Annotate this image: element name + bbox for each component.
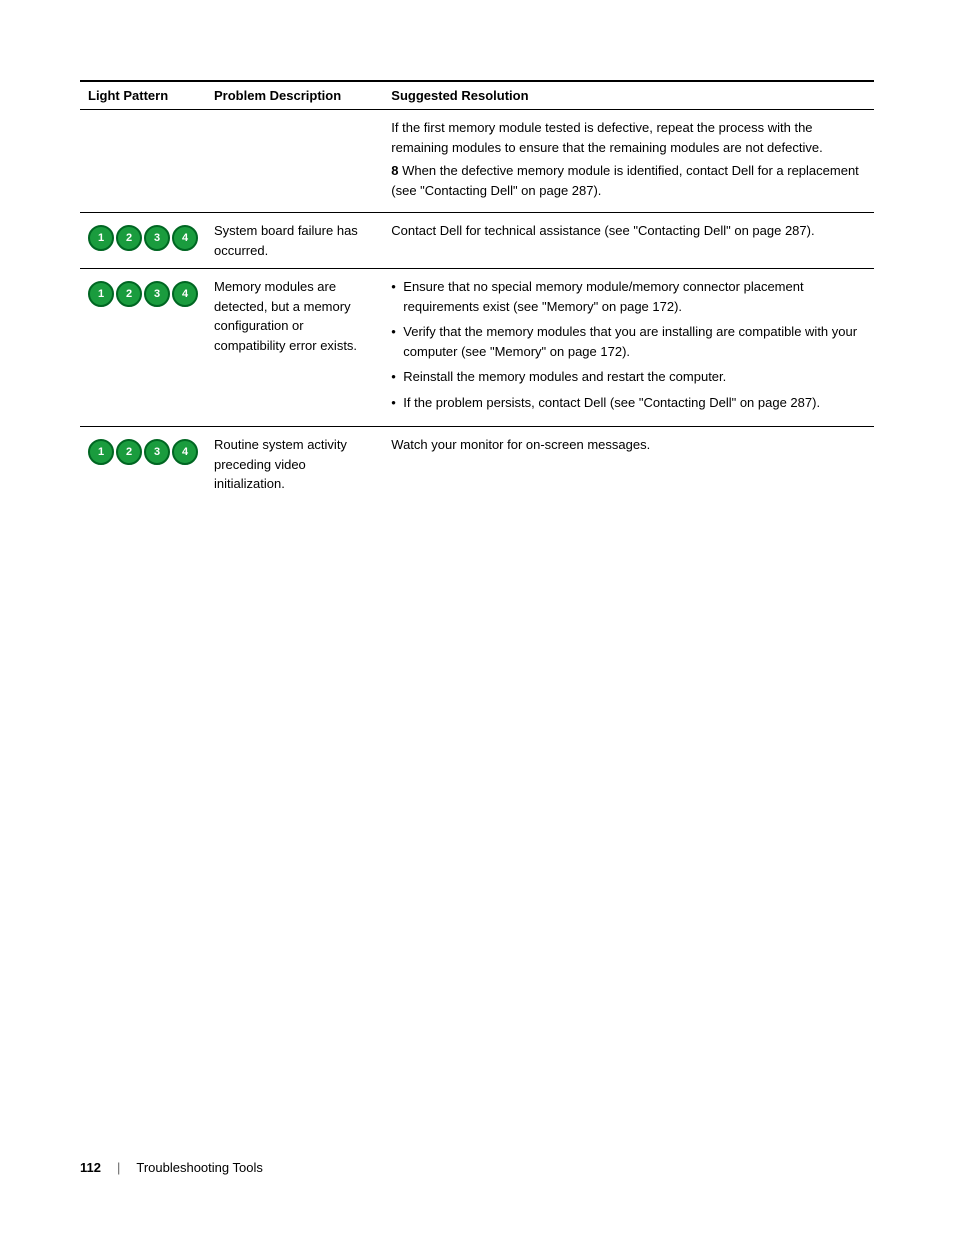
footer-separator: |: [117, 1160, 120, 1175]
step-number: 8: [391, 163, 398, 178]
resolution-text: Watch your monitor for on-screen message…: [391, 435, 866, 455]
page-number: 112: [80, 1160, 101, 1175]
diagnostic-table: Light Pattern Problem Description Sugges…: [80, 80, 874, 502]
page-container: Light Pattern Problem Description Sugges…: [0, 0, 954, 1235]
circle-3: 3: [144, 439, 170, 465]
circle-3: 3: [144, 281, 170, 307]
circle-2: 2: [116, 225, 142, 251]
resolution-step-8: 8 When the defective memory module is id…: [391, 161, 866, 200]
table-row: 1 2 3 4 System board failure has occurre…: [80, 213, 874, 269]
resolution-cell: Contact Dell for technical assistance (s…: [383, 213, 874, 269]
circle-4: 4: [172, 439, 198, 465]
table-row: If the first memory module tested is def…: [80, 110, 874, 213]
circle-group: 1 2 3 4: [88, 439, 198, 465]
problem-cell: System board failure has occurred.: [206, 213, 383, 269]
table-row: 1 2 3 4 Routine system activity precedin…: [80, 427, 874, 502]
problem-cell: Routine system activity preceding video …: [206, 427, 383, 502]
list-item: Verify that the memory modules that you …: [391, 322, 866, 361]
circle-3: 3: [144, 225, 170, 251]
circle-4: 4: [172, 225, 198, 251]
footer: 112 | Troubleshooting Tools: [80, 1160, 263, 1175]
resolution-text: If the first memory module tested is def…: [391, 118, 866, 157]
col-header-problem: Problem Description: [206, 81, 383, 110]
resolution-text: Contact Dell for technical assistance (s…: [391, 221, 866, 241]
resolution-cell: If the first memory module tested is def…: [383, 110, 874, 213]
circle-group: 1 2 3 4: [88, 225, 198, 251]
list-item: Reinstall the memory modules and restart…: [391, 367, 866, 387]
circle-1: 1: [88, 281, 114, 307]
circle-2: 2: [116, 281, 142, 307]
resolution-cell: Watch your monitor for on-screen message…: [383, 427, 874, 502]
light-pattern-cell: 1 2 3 4: [80, 269, 206, 427]
light-pattern-cell: 1 2 3 4: [80, 213, 206, 269]
circle-2: 2: [116, 439, 142, 465]
bullet-list: Ensure that no special memory module/mem…: [391, 277, 866, 412]
problem-cell: [206, 110, 383, 213]
table-row: 1 2 3 4 Memory modules are detected, but…: [80, 269, 874, 427]
circle-1: 1: [88, 225, 114, 251]
circle-1: 1: [88, 439, 114, 465]
section-title: Troubleshooting Tools: [136, 1160, 262, 1175]
resolution-cell: Ensure that no special memory module/mem…: [383, 269, 874, 427]
circle-4: 4: [172, 281, 198, 307]
col-header-light-pattern: Light Pattern: [80, 81, 206, 110]
col-header-resolution: Suggested Resolution: [383, 81, 874, 110]
problem-cell: Memory modules are detected, but a memor…: [206, 269, 383, 427]
light-pattern-cell: 1 2 3 4: [80, 427, 206, 502]
list-item: If the problem persists, contact Dell (s…: [391, 393, 866, 413]
light-pattern-cell: [80, 110, 206, 213]
circle-group: 1 2 3 4: [88, 281, 198, 307]
list-item: Ensure that no special memory module/mem…: [391, 277, 866, 316]
